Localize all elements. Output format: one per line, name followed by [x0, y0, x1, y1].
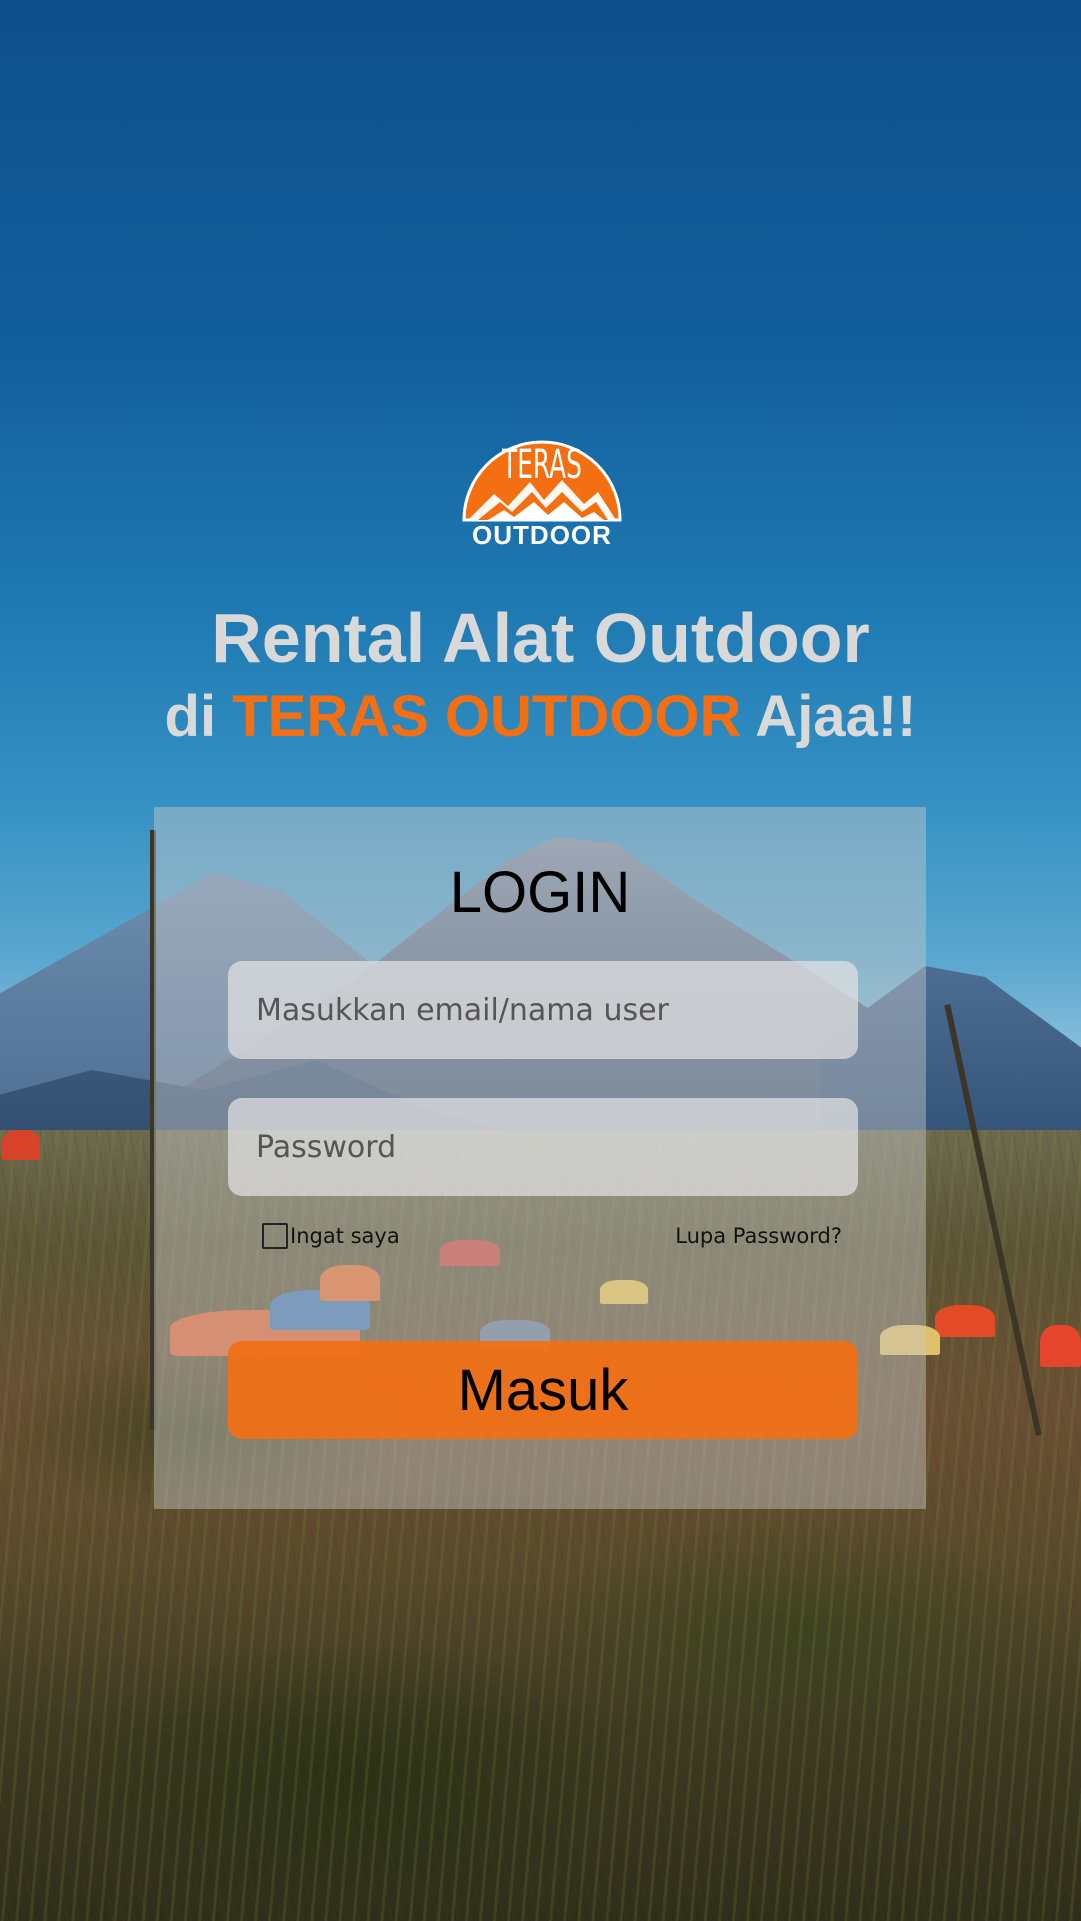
- headline-suffix: Ajaa!!: [741, 684, 917, 749]
- logo-wordmark: OUTDOOR: [472, 520, 612, 550]
- headline-title: Rental Alat Outdoor: [211, 599, 870, 677]
- login-submit-button[interactable]: Masuk: [228, 1341, 858, 1439]
- remember-me[interactable]: Ingat saya: [262, 1221, 400, 1251]
- email-input[interactable]: [228, 961, 858, 1059]
- login-title: LOGIN: [449, 860, 631, 925]
- login-panel: LOGIN Ingat saya Lupa Password? Masuk: [154, 807, 926, 1509]
- tent: [935, 1305, 995, 1337]
- headline-prefix: di: [164, 684, 233, 749]
- logo-emblem-icon: TERAS: [462, 440, 622, 522]
- headline-brand: TERAS OUTDOOR: [232, 684, 742, 749]
- password-input[interactable]: [228, 1098, 858, 1196]
- brand-logo: TERAS OUTDOOR: [444, 420, 640, 550]
- tent: [2, 1130, 40, 1160]
- remember-label: Ingat saya: [290, 1224, 400, 1248]
- headline-subtitle: di TERAS OUTDOOR Ajaa!!: [0, 683, 1081, 750]
- forgot-password-link[interactable]: Lupa Password?: [675, 1221, 842, 1251]
- tent: [1040, 1325, 1081, 1367]
- svg-text:TERAS: TERAS: [501, 441, 581, 488]
- remember-checkbox[interactable]: [262, 1223, 288, 1249]
